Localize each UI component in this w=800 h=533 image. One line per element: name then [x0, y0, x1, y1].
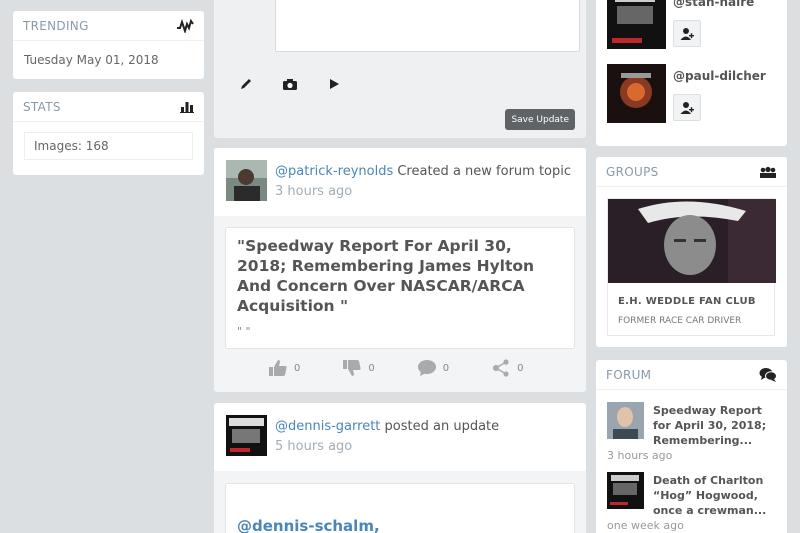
trending-panel: TRENDING Tuesday May 01, 2018: [13, 11, 204, 79]
suggested-user: @paul-dilcher: [607, 64, 782, 124]
forum-author-avatar[interactable]: [607, 472, 644, 509]
forum-item-title[interactable]: Speedway Report for April 30, 2018; Reme…: [653, 403, 781, 448]
comment-count: 0: [442, 362, 450, 374]
stats-header: STATS: [13, 92, 204, 122]
forum-item-time: 3 hours ago: [607, 449, 673, 462]
composer-tools: [236, 74, 344, 94]
forum-header: FORUM: [596, 360, 787, 390]
suggested-user: @stan-haire: [607, 0, 782, 50]
group-icon: [759, 166, 777, 178]
update-textarea[interactable]: [275, 0, 580, 52]
group-name[interactable]: E.H. WEDDLE FAN CLUB: [618, 296, 756, 307]
forum-topic-excerpt: " ": [237, 325, 251, 338]
feed-post: @patrick-reynolds Created a new forum to…: [214, 148, 586, 392]
add-user-icon: [680, 27, 694, 40]
comment-button[interactable]: 0: [417, 359, 449, 377]
share-count: 0: [517, 362, 524, 374]
play-icon[interactable]: [324, 74, 344, 94]
user-thumbnail[interactable]: [607, 0, 666, 49]
group-card[interactable]: E.H. WEDDLE FAN CLUB FORMER RACE CAR DRI…: [607, 198, 776, 336]
post-time: 5 hours ago: [275, 439, 353, 454]
update-card: @dennis-schalm,: [225, 483, 575, 533]
post-actions: 0 0 0 0: [268, 359, 524, 377]
thumbs-down-icon: [343, 360, 361, 376]
post-author-link[interactable]: @dennis-garrett: [275, 419, 380, 434]
update-composer: Save Update: [214, 0, 586, 138]
post-author-link[interactable]: @patrick-reynolds: [275, 164, 393, 179]
forum-author-avatar[interactable]: [607, 402, 644, 439]
groups-panel: GROUPS E.H. WEDDLE FAN CLUB FORMER RACE …: [596, 157, 787, 347]
groups-heading: GROUPS: [606, 164, 659, 179]
forum-panel: FORUM Speedway Report for April 30, 2018…: [596, 360, 787, 533]
forum-item-time: one week ago: [607, 519, 684, 532]
add-user-icon: [680, 101, 694, 114]
feed-post: @dennis-garrett posted an update 5 hours…: [214, 403, 586, 533]
forum-topic-title[interactable]: "Speedway Report For April 30, 2018; Rem…: [237, 236, 563, 316]
share-icon: [493, 359, 509, 377]
group-image[interactable]: [608, 199, 776, 283]
forum-topic-card[interactable]: "Speedway Report For April 30, 2018; Rem…: [225, 227, 575, 349]
dislike-count: 0: [368, 362, 375, 374]
avatar[interactable]: [226, 415, 267, 456]
chat-bubbles-icon: [759, 367, 777, 382]
group-description: FORMER RACE CAR DRIVER: [618, 316, 742, 326]
follow-suggestions-panel: @stan-haire @paul-dilcher: [596, 0, 787, 146]
stats-panel: STATS Images: 168: [13, 92, 204, 175]
thumbs-up-icon: [269, 360, 287, 376]
stats-heading: STATS: [23, 99, 61, 114]
user-thumbnail[interactable]: [607, 64, 666, 123]
suggested-user-handle[interactable]: @paul-dilcher: [673, 69, 766, 83]
trending-header: TRENDING: [13, 11, 204, 41]
images-count: Images: 168: [24, 132, 193, 160]
bar-chart-icon: [180, 101, 194, 113]
suggested-user-handle[interactable]: @stan-haire: [673, 0, 754, 9]
comment-icon: [417, 360, 436, 376]
trending-heading: TRENDING: [23, 18, 89, 33]
camera-icon[interactable]: [280, 74, 300, 94]
forum-heading: FORUM: [606, 367, 652, 382]
groups-header: GROUPS: [596, 157, 787, 187]
like-count: 0: [294, 362, 301, 374]
forum-item-title[interactable]: Death of Charlton “Hog” Hogwood, once a …: [653, 473, 781, 518]
pencil-icon[interactable]: [236, 74, 256, 94]
post-time: 3 hours ago: [275, 184, 353, 199]
like-button[interactable]: 0: [268, 359, 300, 377]
user-mention-link[interactable]: @dennis-schalm,: [237, 517, 380, 533]
save-update-button[interactable]: Save Update: [505, 109, 575, 130]
dislike-button[interactable]: 0: [342, 359, 375, 377]
post-action: posted an update: [384, 419, 500, 434]
post-action: Created a new forum topic: [397, 164, 572, 179]
trending-date: Tuesday May 01, 2018: [24, 53, 159, 67]
share-button[interactable]: 0: [491, 359, 524, 377]
avatar[interactable]: [226, 160, 267, 201]
pulse-icon: [176, 18, 194, 33]
add-friend-button[interactable]: [673, 20, 701, 47]
add-friend-button[interactable]: [673, 94, 701, 121]
